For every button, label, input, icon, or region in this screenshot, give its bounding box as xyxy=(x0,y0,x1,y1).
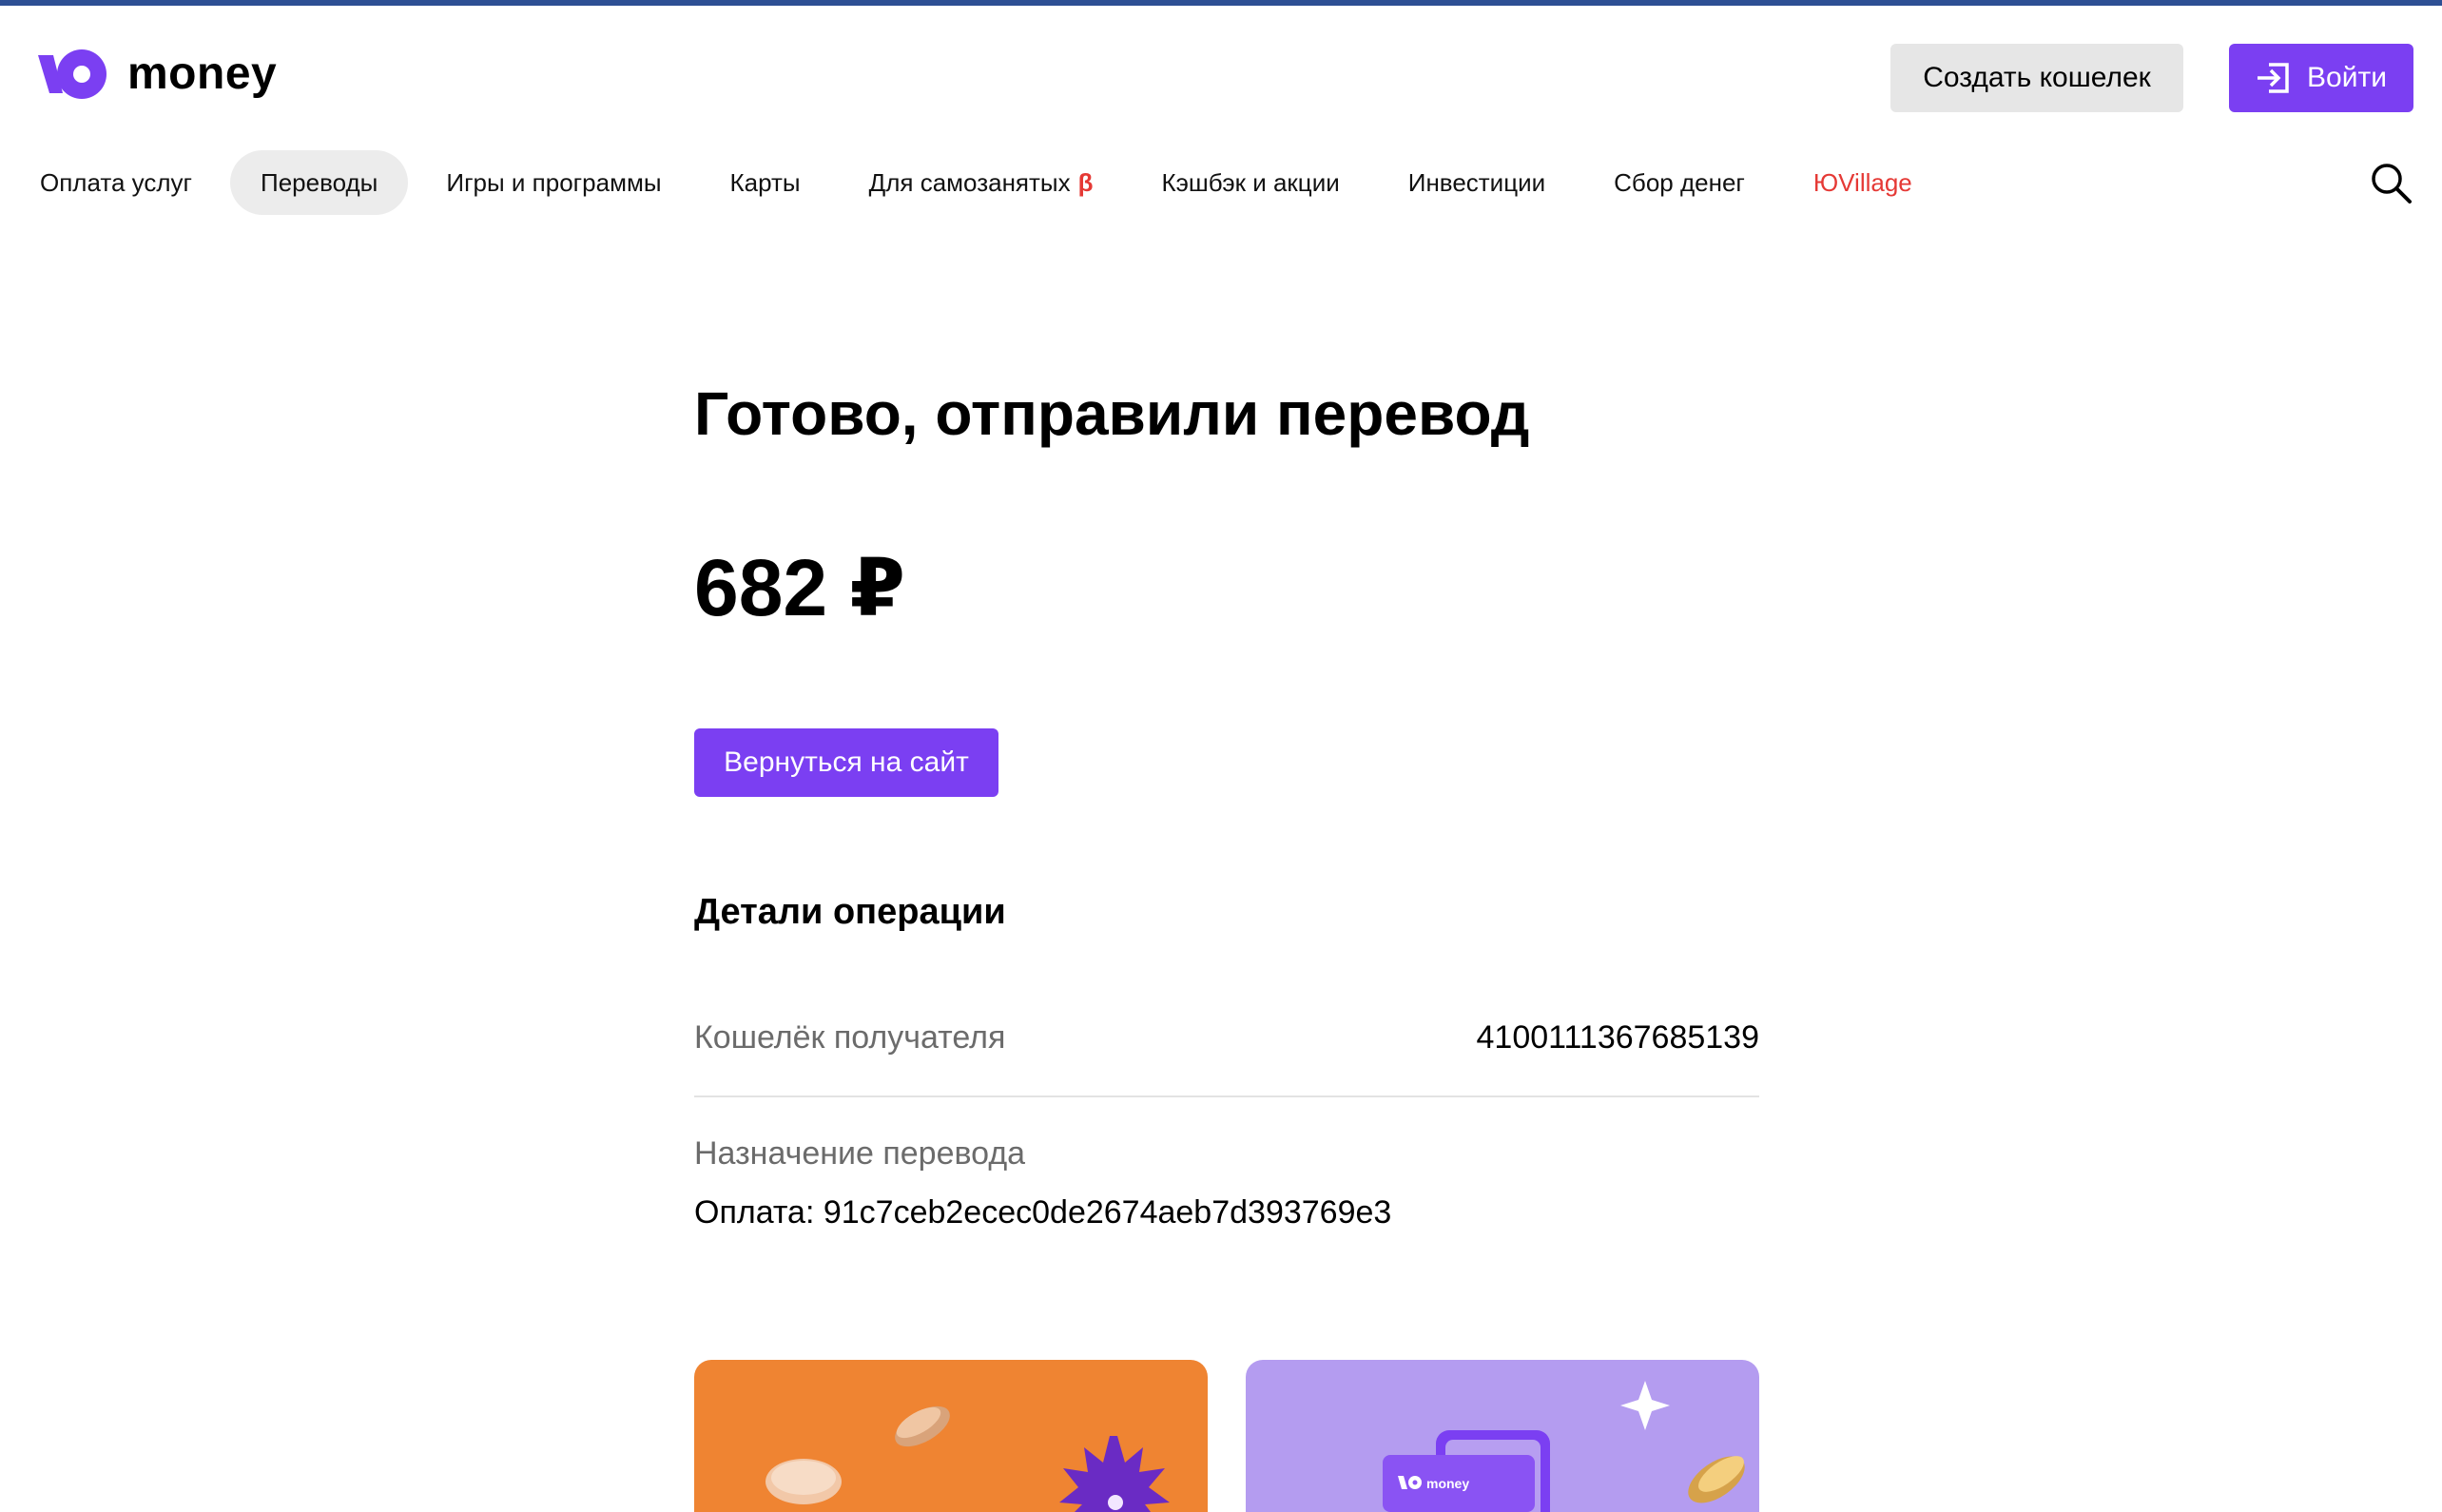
nav-item-cards[interactable]: Карты xyxy=(700,150,831,215)
beta-badge: β xyxy=(1077,167,1094,197)
transfer-amount: 682 ₽ xyxy=(694,543,905,632)
back-to-site-button[interactable]: Вернуться на сайт xyxy=(694,728,998,797)
nav-item-label: ЮVillage xyxy=(1812,167,1912,197)
coins-illustration-icon xyxy=(766,1405,1170,1512)
yoomoney-logo-icon xyxy=(38,49,107,99)
nav-item-label: Кэшбэк и акции xyxy=(1161,167,1340,197)
promo-card-cashback[interactable] xyxy=(694,1360,1208,1512)
search-icon[interactable] xyxy=(2370,162,2413,205)
page-title: Готово, отправили перевод xyxy=(694,379,1530,448)
nav-item-label: Для самозанятых xyxy=(868,167,1071,197)
card-brand-text: money xyxy=(1426,1476,1469,1491)
purpose-label: Назначение перевода xyxy=(694,1135,1026,1172)
nav-item-yuvillage[interactable]: ЮVillage xyxy=(1783,150,1943,215)
nav-item-label: Игры и программы xyxy=(446,167,662,197)
nav-item-cashback[interactable]: Кэшбэк и акции xyxy=(1131,150,1369,215)
brand-logo[interactable]: money xyxy=(38,48,277,101)
recipient-wallet-row: Кошелёк получателя 4100111367685139 xyxy=(694,1008,1759,1097)
promo-card-app[interactable]: money xyxy=(1246,1360,1759,1512)
nav-item-games[interactable]: Игры и программы xyxy=(416,150,691,215)
login-button-label: Войти xyxy=(2307,62,2387,93)
nav-item-label: Сбор денег xyxy=(1614,167,1745,197)
nav-item-payments[interactable]: Оплата услуг xyxy=(10,150,223,215)
recipient-wallet-label: Кошелёк получателя xyxy=(694,1019,1006,1056)
main-nav: Оплата услуг Переводы Игры и программы К… xyxy=(10,148,1943,217)
recipient-wallet-value: 4100111367685139 xyxy=(1476,1019,1760,1056)
nav-item-label: Карты xyxy=(729,167,801,197)
details-heading: Детали операции xyxy=(694,892,1006,932)
login-icon xyxy=(2258,63,2289,93)
brand-name: money xyxy=(127,48,278,99)
nav-item-label: Инвестиции xyxy=(1407,167,1546,197)
nav-item-label: Оплата услуг xyxy=(40,167,193,197)
nav-item-self-employed[interactable]: Для самозанятых β xyxy=(839,150,1124,215)
top-accent-line xyxy=(0,0,2442,6)
nav-item-transfers[interactable]: Переводы xyxy=(230,150,409,215)
login-button[interactable]: Войти xyxy=(2229,44,2413,112)
purpose-value: Оплата: 91c7ceb2ecec0de2674aeb7d393769e3 xyxy=(694,1194,1392,1231)
nav-item-label: Переводы xyxy=(261,167,378,197)
nav-item-fundraising[interactable]: Сбор денег xyxy=(1583,150,1775,215)
create-wallet-button[interactable]: Создать кошелек xyxy=(1890,44,2183,112)
phone-illustration-icon: money xyxy=(1383,1381,1745,1512)
nav-item-investments[interactable]: Инвестиции xyxy=(1378,150,1576,215)
